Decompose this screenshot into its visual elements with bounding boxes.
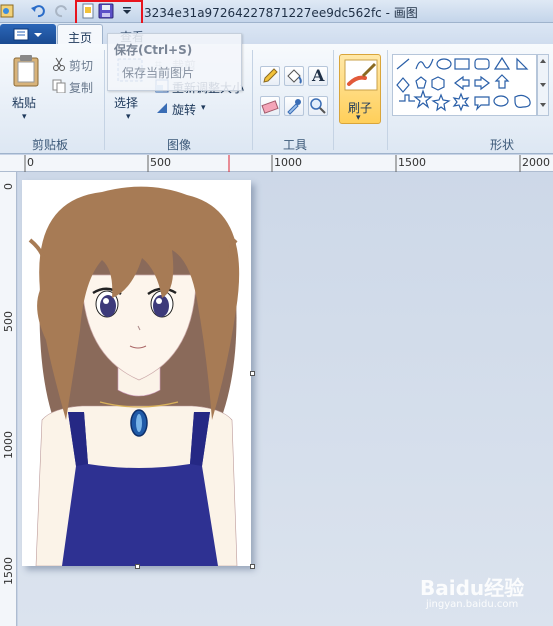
resize-handle-right[interactable] [250, 371, 255, 376]
ruler-tick-label: 500 [2, 311, 15, 332]
ruler-tick-label: 0 [27, 156, 34, 169]
shapes-group-label: 形状 [490, 138, 515, 152]
ruler-tick-label: 1500 [398, 156, 426, 169]
resize-handle-corner[interactable] [250, 564, 255, 569]
group-divider [387, 50, 388, 150]
ruler-tick-label: 0 [2, 183, 15, 190]
file-menu-button[interactable] [0, 24, 56, 45]
paint-bucket-icon [287, 69, 302, 84]
tab-home[interactable]: 主页 [57, 24, 104, 46]
text-tool-button[interactable]: A [308, 66, 328, 86]
watermark-brand: Baidu经验 [420, 576, 525, 600]
color-picker-tool-button[interactable] [284, 96, 304, 116]
ruler-tick-label: 1000 [2, 431, 15, 459]
undo-icon[interactable] [30, 3, 46, 19]
copy-button[interactable]: 复制 [52, 78, 100, 96]
shapes-scrollbar[interactable] [537, 54, 549, 116]
brushes-button[interactable]: 刷子 ▾ [339, 54, 381, 124]
redo-icon[interactable] [54, 3, 70, 19]
rotate-dropdown-icon[interactable]: ▾ [201, 103, 206, 113]
resize-handle-bottom[interactable] [135, 564, 140, 569]
rotate-button[interactable]: 旋转 ▾ [155, 100, 215, 118]
shapes-gallery[interactable] [392, 54, 537, 116]
select-label: 选择 [114, 96, 139, 110]
magnifier-tool-button[interactable] [308, 96, 328, 116]
tools-group-label: 工具 [283, 138, 308, 152]
ruler-tick-label: 2000 [522, 156, 550, 169]
group-divider [252, 50, 253, 150]
save-tooltip: 保存(Ctrl+S) 保存当前图片 [107, 33, 242, 91]
shapes-scroll-arrows [540, 59, 546, 107]
anime-girl-illustration [28, 186, 240, 566]
copy-icon [52, 79, 66, 93]
vertical-ruler: 0 500 1000 1500 [0, 172, 17, 626]
image-group-label: 图像 [167, 138, 192, 152]
horizontal-ruler: 0 500 1000 1500 2000 [0, 155, 553, 172]
shapes-icons [396, 56, 531, 112]
eyedropper-icon [287, 99, 301, 115]
paste-dropdown-icon[interactable]: ▾ [22, 112, 27, 122]
ribbon-panel: 粘贴 ▾ 剪切 复制 剪贴板 选择 ▾ ⌗ 裁剪 重新调整大小 [0, 44, 553, 154]
group-divider [333, 50, 334, 150]
window-title: 3234e31a97264227871227ee9dc562fc - 画图 [144, 6, 418, 20]
ribbon-tab-bar: 主页 查看 [0, 23, 553, 46]
file-menu-icon [13, 28, 42, 41]
eraser-icon [261, 100, 279, 114]
paint-app-icon[interactable] [0, 3, 16, 19]
ruler-tick-label: 500 [150, 156, 171, 169]
tooltip-title: 保存(Ctrl+S) [114, 43, 193, 57]
paste-label: 粘贴 [12, 96, 37, 110]
paste-button[interactable]: 粘贴 ▾ [6, 52, 46, 126]
pencil-icon [263, 68, 278, 83]
tooltip-description: 保存当前图片 [122, 66, 195, 80]
clipboard-group-label: 剪贴板 [32, 138, 69, 152]
text-tool-icon: A [312, 66, 325, 85]
brush-icon [344, 59, 378, 91]
pencil-tool-button[interactable] [260, 66, 280, 86]
rotate-icon [157, 103, 167, 113]
clipboard-icon [13, 55, 39, 87]
ruler-tick-label: 1000 [274, 156, 302, 169]
magnifier-icon [310, 98, 326, 114]
scissors-icon [53, 57, 65, 71]
select-dropdown-icon[interactable]: ▾ [126, 112, 131, 122]
group-divider [104, 50, 105, 150]
fill-tool-button[interactable] [284, 66, 304, 86]
baidu-watermark: Baidu经验 jingyan.baidu.com [420, 572, 524, 610]
watermark-url: jingyan.baidu.com [426, 599, 519, 610]
ruler-tick-label: 1500 [2, 557, 15, 585]
copy-label: 复制 [69, 81, 94, 95]
eraser-tool-button[interactable] [260, 96, 280, 116]
cut-button[interactable]: 剪切 [52, 56, 100, 74]
brushes-dropdown-icon[interactable]: ▾ [356, 113, 361, 123]
cut-label: 剪切 [69, 59, 94, 73]
rotate-label: 旋转 [172, 103, 197, 117]
drawing-canvas[interactable] [22, 180, 251, 566]
